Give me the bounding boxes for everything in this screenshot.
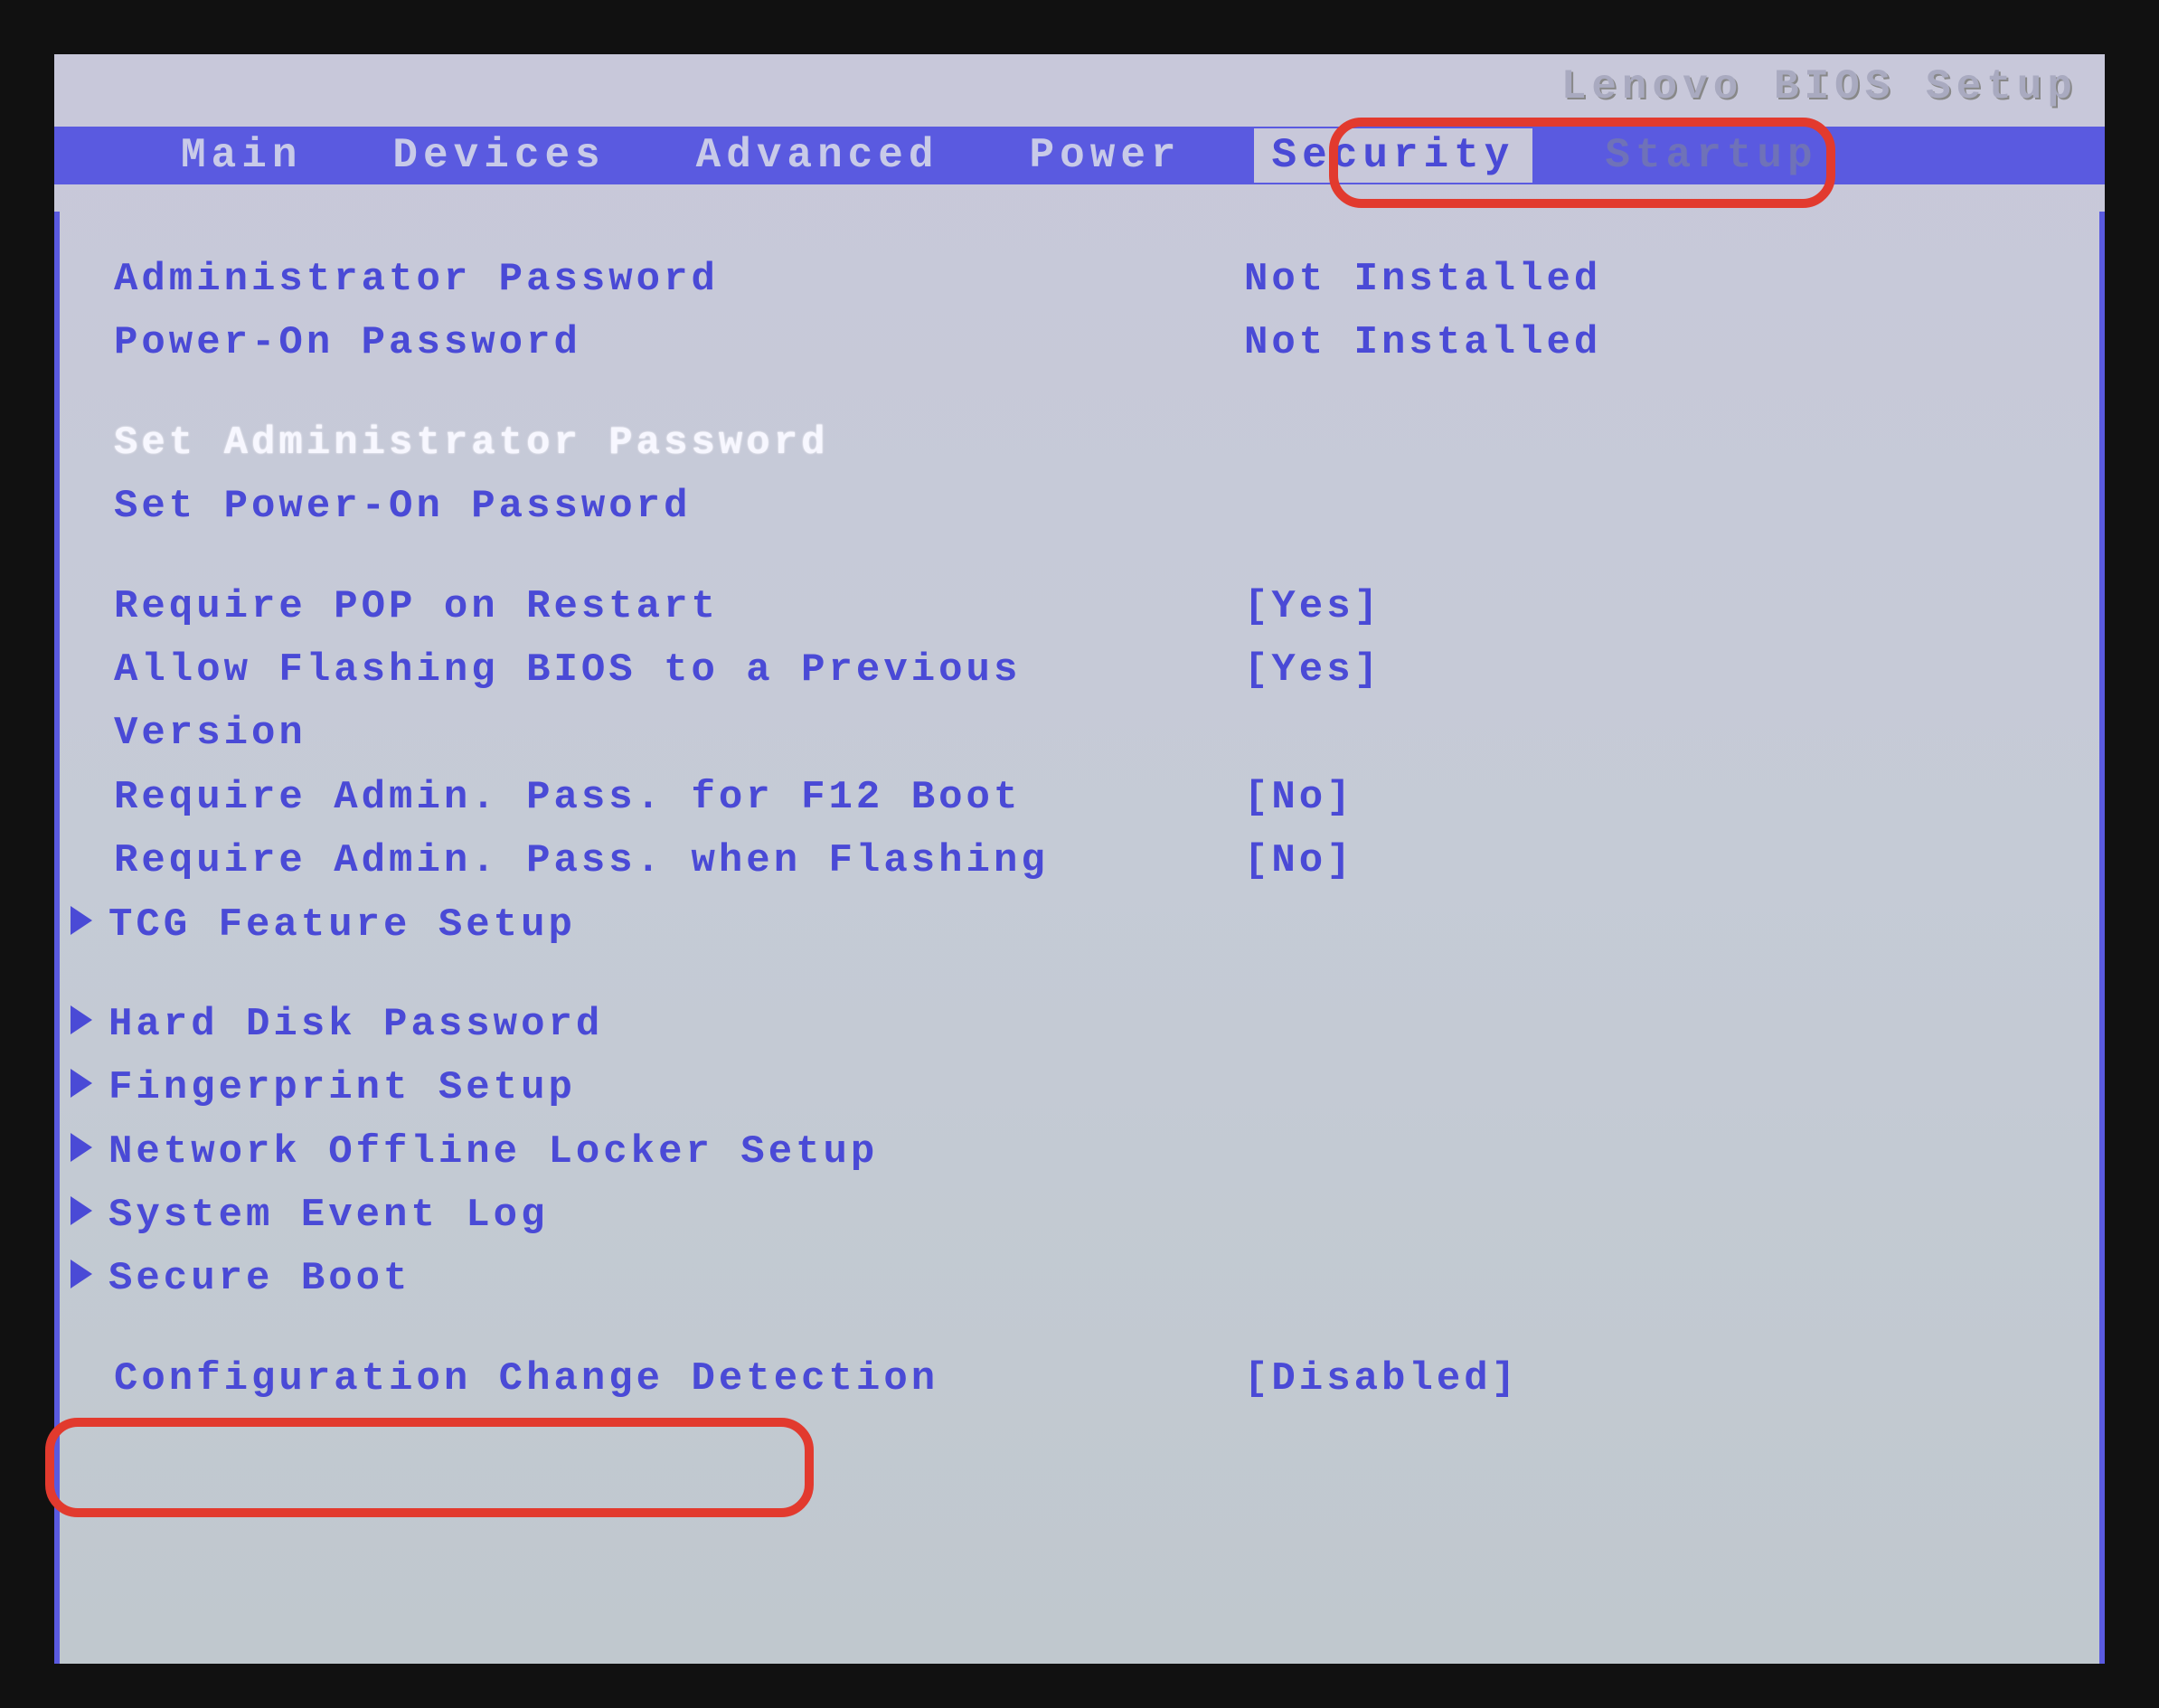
item-set-poweron-password[interactable]: Set Power-On Password [114, 475, 2072, 538]
value-require-admin-flashing: [No] [1244, 829, 1354, 892]
row-poweron-password: Power-On Password Not Installed [114, 311, 2072, 374]
row-allow-flash-prev-line2: Version [114, 702, 2072, 765]
value-require-admin-f12: [No] [1244, 766, 1354, 829]
tab-security[interactable]: Security [1254, 128, 1533, 183]
row-require-admin-f12[interactable]: Require Admin. Pass. for F12 Boot [No] [114, 766, 2072, 829]
submenu-fingerprint[interactable]: Fingerprint Setup [71, 1056, 2029, 1119]
bios-title: Lenovo BIOS Setup [1561, 63, 2078, 110]
tab-power[interactable]: Power [1012, 128, 1200, 183]
tab-startup[interactable]: Startup [1587, 128, 1835, 183]
row-allow-flash-prev[interactable]: Allow Flashing BIOS to a Previous [Yes] [114, 638, 2072, 702]
triangle-right-icon [71, 1260, 92, 1288]
row-admin-password: Administrator Password Not Installed [114, 248, 2072, 311]
triangle-right-icon [71, 1133, 92, 1162]
tab-advanced[interactable]: Advanced [678, 128, 957, 183]
label-admin-password: Administrator Password [114, 248, 1244, 311]
submenu-tcg[interactable]: TCG Feature Setup [71, 893, 2029, 957]
item-set-admin-password[interactable]: Set Administrator Password [114, 411, 2072, 475]
row-config-change-detection[interactable]: Configuration Change Detection [Disabled… [114, 1347, 2072, 1411]
submenu-secure-boot[interactable]: Secure Boot [71, 1247, 2029, 1310]
tab-devices[interactable]: Devices [374, 128, 623, 183]
triangle-right-icon [71, 906, 92, 935]
row-require-pop-restart[interactable]: Require POP on Restart [Yes] [114, 575, 2072, 638]
value-config-change-detection: [Disabled] [1244, 1347, 1519, 1411]
triangle-right-icon [71, 1069, 92, 1098]
tab-main[interactable]: Main [163, 128, 320, 183]
value-allow-flash-prev: [Yes] [1244, 638, 1381, 702]
triangle-right-icon [71, 1196, 92, 1225]
value-admin-password: Not Installed [1244, 248, 1601, 311]
bios-menubar: Main Devices Advanced Power Security Sta… [54, 127, 2105, 184]
submenu-system-event-log[interactable]: System Event Log [71, 1184, 2029, 1247]
bios-screen: Lenovo BIOS Setup Main Devices Advanced … [54, 54, 2105, 1664]
submenu-network-locker[interactable]: Network Offline Locker Setup [71, 1120, 2029, 1184]
submenu-hdd-password[interactable]: Hard Disk Password [71, 993, 2029, 1056]
value-poweron-password: Not Installed [1244, 311, 1601, 374]
label-poweron-password: Power-On Password [114, 311, 1244, 374]
value-require-pop-restart: [Yes] [1244, 575, 1381, 638]
row-require-admin-flashing[interactable]: Require Admin. Pass. when Flashing [No] [114, 829, 2072, 892]
triangle-right-icon [71, 1005, 92, 1034]
security-panel: Administrator Password Not Installed Pow… [54, 212, 2105, 1664]
